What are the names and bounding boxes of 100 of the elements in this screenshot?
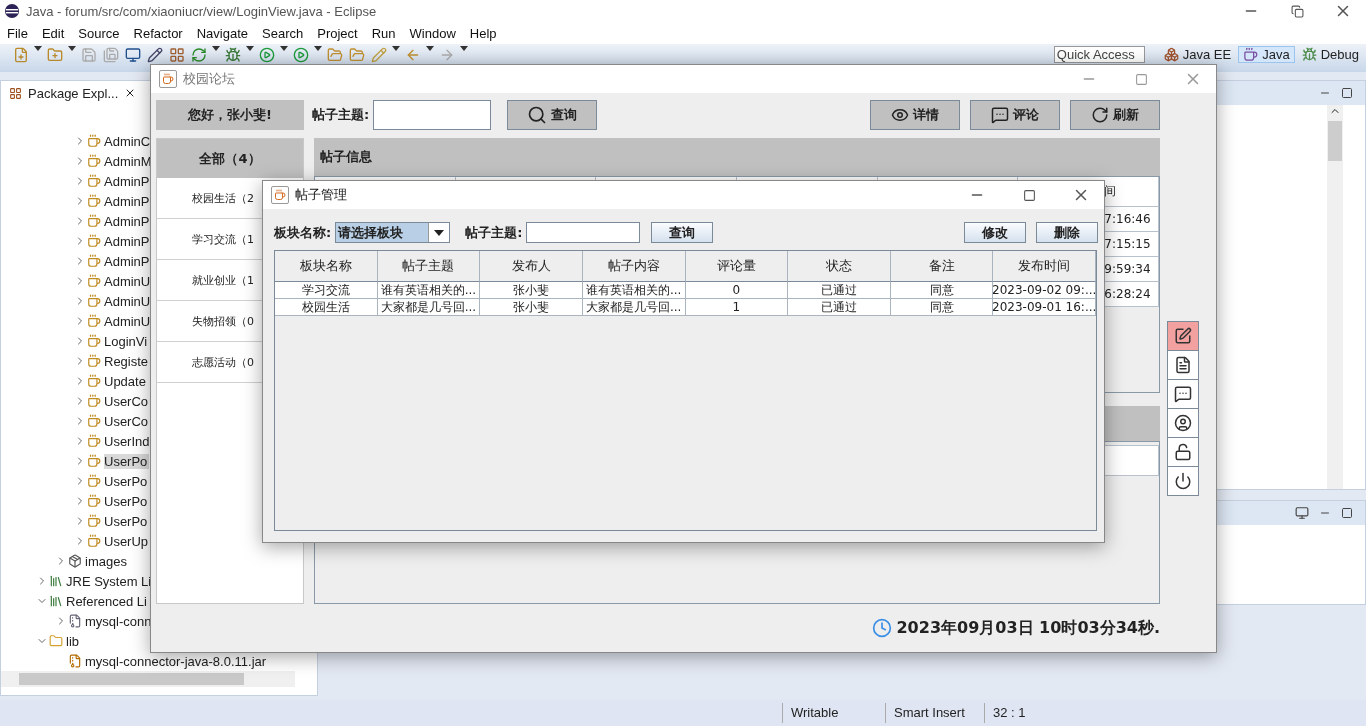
tree-item[interactable]: AdminP <box>104 213 152 229</box>
tree-item[interactable]: Referenced Li <box>66 593 149 609</box>
bug-icon[interactable] <box>225 47 241 63</box>
tree-item[interactable]: UserInd <box>104 433 152 449</box>
caret-icon[interactable] <box>246 46 254 51</box>
caret-icon[interactable] <box>392 46 400 51</box>
menu-item[interactable]: Navigate <box>189 25 255 41</box>
menu-item[interactable]: Run <box>364 25 403 41</box>
menu-item[interactable]: Project <box>310 25 365 41</box>
monitor-icon[interactable] <box>125 47 141 63</box>
monitor-icon[interactable] <box>1295 506 1309 520</box>
new-folder-icon[interactable] <box>47 47 63 63</box>
maximize-icon[interactable] <box>1341 507 1353 519</box>
scrollbar-thumb[interactable] <box>19 673 244 685</box>
quick-access-field[interactable]: Quick Access <box>1053 46 1145 63</box>
table-cell: 谁有英语相关的... <box>377 282 481 299</box>
tree-item[interactable]: AdminU <box>104 293 153 309</box>
category-item[interactable]: 志愿活动（0 <box>192 354 254 370</box>
new-file-icon[interactable] <box>13 47 29 63</box>
maximize-icon[interactable] <box>1022 188 1036 202</box>
table-cell: 2023-09-02 09:... <box>993 282 1096 299</box>
topic-input[interactable] <box>373 100 492 130</box>
back-icon[interactable] <box>405 47 421 63</box>
tree-item[interactable]: AdminP <box>104 233 152 249</box>
action-button[interactable]: 评论 <box>970 100 1060 130</box>
menu-item[interactable]: Search <box>255 25 311 41</box>
caret-icon[interactable] <box>426 46 434 51</box>
section-dropdown[interactable]: 请选择板块 <box>335 222 451 243</box>
tool-button[interactable] <box>1167 321 1199 351</box>
tree-item[interactable]: Registe <box>104 353 151 369</box>
topic-input[interactable] <box>526 222 641 243</box>
caret-icon[interactable] <box>460 46 468 51</box>
tool-button[interactable] <box>1167 350 1199 380</box>
tree-item[interactable]: UserPo <box>104 473 150 489</box>
tree-item[interactable]: UserPo <box>104 453 150 469</box>
java-file-icon <box>87 234 101 248</box>
caret-icon[interactable] <box>212 46 220 51</box>
tree-item[interactable]: UserPo <box>104 493 150 509</box>
perspective-button[interactable]: Java <box>1238 46 1295 63</box>
restore-icon[interactable] <box>1290 4 1304 18</box>
panel-tab[interactable]: Package Expl... <box>28 85 119 101</box>
menu-item[interactable]: Help <box>462 25 504 41</box>
perspective-button[interactable]: Java EE <box>1158 46 1237 63</box>
tree-item[interactable]: LoginVi <box>104 333 150 349</box>
menu-item[interactable]: Edit <box>34 25 72 41</box>
menu-item[interactable]: Refactor <box>126 25 190 41</box>
tree-item[interactable]: UserUp <box>104 533 151 549</box>
folder-icon[interactable] <box>349 47 365 63</box>
tree-item[interactable]: AdminU <box>104 313 153 329</box>
maximize-icon[interactable] <box>1341 87 1353 99</box>
tool-button[interactable] <box>1167 466 1199 496</box>
category-header[interactable]: 全部（4） <box>157 139 303 178</box>
tree-item[interactable]: AdminP <box>104 193 152 209</box>
caret-icon[interactable] <box>68 46 76 51</box>
tree-item[interactable]: AdminU <box>104 273 153 289</box>
caret-icon[interactable] <box>314 46 322 51</box>
run-icon[interactable] <box>293 47 309 63</box>
tree-item[interactable]: lib <box>66 633 81 649</box>
menu-item[interactable]: Source <box>71 25 127 41</box>
grid-icon[interactable] <box>169 47 185 63</box>
scrollbar-thumb[interactable] <box>1328 121 1342 161</box>
category-item[interactable]: 失物招领（0 <box>192 313 254 329</box>
pencil-icon[interactable] <box>147 47 163 63</box>
save-all-icon[interactable] <box>103 47 119 63</box>
run-icon[interactable] <box>259 47 275 63</box>
tool-button[interactable] <box>1167 408 1199 438</box>
forward-icon[interactable] <box>439 47 455 63</box>
action-button[interactable]: 刷新 <box>1070 100 1160 130</box>
refresh-icon <box>1091 106 1109 124</box>
menu-item[interactable]: Window <box>402 25 463 41</box>
search-button[interactable]: 查询 <box>507 100 598 130</box>
caret-icon[interactable] <box>280 46 288 51</box>
menu-item[interactable]: File <box>0 25 35 41</box>
action-button[interactable]: 详情 <box>870 100 960 130</box>
tree-item[interactable]: AdminC <box>104 133 153 149</box>
tool-button[interactable] <box>1167 437 1199 467</box>
tree-item[interactable]: UserPo <box>104 513 150 529</box>
category-item[interactable]: 学习交流（1 <box>192 231 254 247</box>
java-cup-icon <box>159 70 177 88</box>
tree-item[interactable]: mysql-conn <box>85 613 154 629</box>
dialog-button[interactable]: 修改 <box>964 222 1026 243</box>
tree-item[interactable]: images <box>85 553 129 569</box>
perspective-button[interactable]: Debug <box>1296 46 1364 63</box>
tree-item[interactable]: mysql-connector-java-8.0.11.jar <box>85 653 269 669</box>
category-item[interactable]: 就业创业（1 <box>192 272 254 288</box>
refresh-icon[interactable] <box>191 47 207 63</box>
tree-item[interactable]: UserCo <box>104 393 151 409</box>
tree-item[interactable]: UserCo <box>104 413 151 429</box>
save-icon[interactable] <box>81 47 97 63</box>
tree-item[interactable]: AdminP <box>104 173 152 189</box>
folder-icon[interactable] <box>327 47 343 63</box>
query-button[interactable]: 查询 <box>651 222 714 243</box>
dialog-button[interactable]: 删除 <box>1036 222 1098 243</box>
category-item[interactable]: 校园生活（2 <box>192 190 254 206</box>
caret-icon[interactable] <box>34 46 42 51</box>
tree-item[interactable]: Update <box>104 373 148 389</box>
java-file-icon <box>87 374 101 388</box>
tool-button[interactable] <box>1167 379 1199 409</box>
tree-item[interactable]: AdminP <box>104 253 152 269</box>
tree-item[interactable]: JRE System Li <box>66 573 154 589</box>
